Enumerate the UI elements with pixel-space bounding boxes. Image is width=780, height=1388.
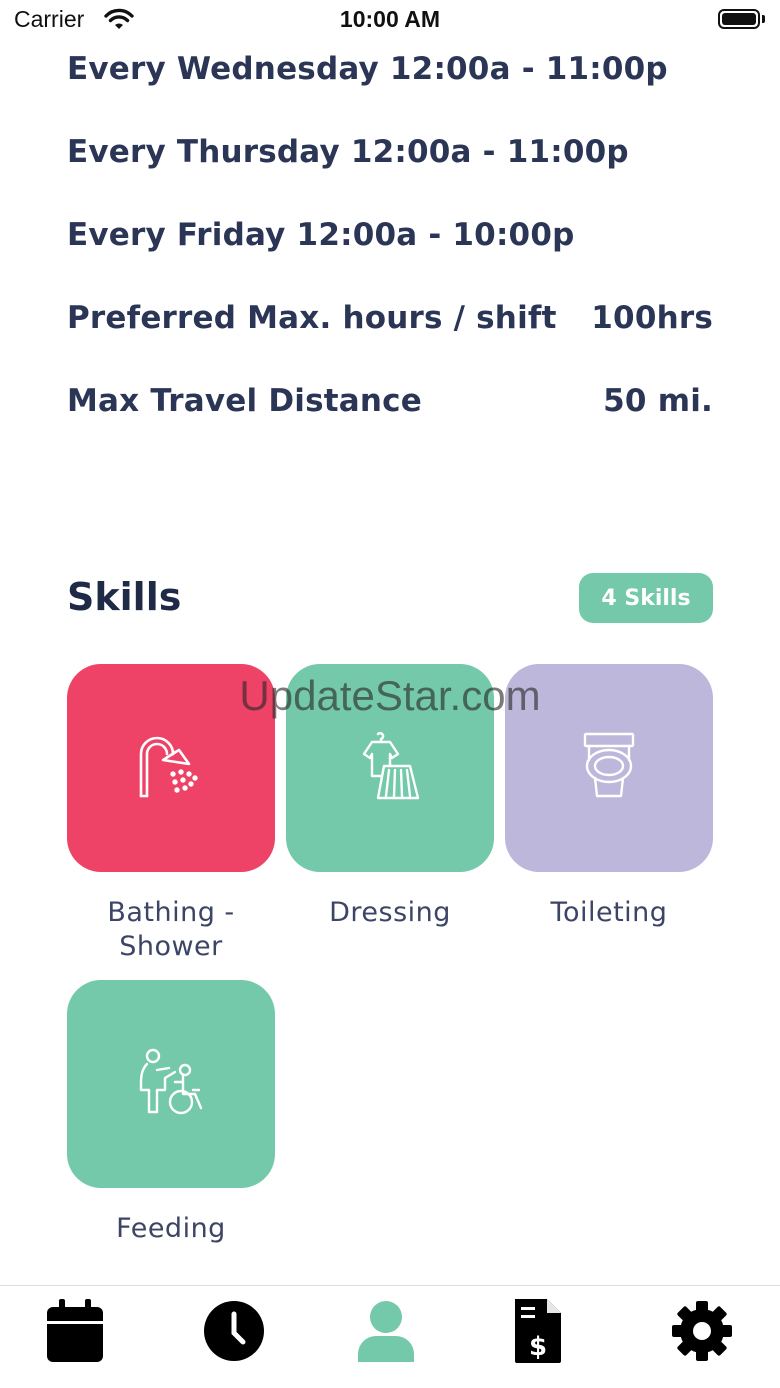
max-travel-value: 50 mi. xyxy=(603,383,713,419)
tab-invoices[interactable]: $ xyxy=(498,1298,578,1368)
availability-label: Every Friday 12:00a - 10:00p xyxy=(67,217,575,253)
skill-tile-dressing[interactable] xyxy=(286,664,494,872)
availability-wednesday: Every Wednesday 12:00a - 11:00p xyxy=(67,51,713,95)
clock-icon xyxy=(203,1300,265,1366)
skills-count-badge: 4 Skills xyxy=(579,573,713,623)
tab-profile[interactable] xyxy=(346,1298,426,1368)
invoice-icon: $ xyxy=(513,1299,563,1367)
availability-label: Every Wednesday 12:00a - 11:00p xyxy=(67,51,668,87)
availability-label: Every Thursday 12:00a - 11:00p xyxy=(67,134,629,170)
clock-time: 10:00 AM xyxy=(339,6,441,32)
tab-calendar[interactable] xyxy=(35,1298,115,1368)
status-bar: Carrier 10:00 AM xyxy=(0,0,780,44)
clothes-icon xyxy=(354,730,426,806)
caregiver-wheelchair-icon xyxy=(135,1046,207,1122)
profile-icon xyxy=(358,1300,414,1366)
availability-thursday: Every Thursday 12:00a - 11:00p xyxy=(67,134,713,178)
max-hours-row: Preferred Max. hours / shift 100hrs xyxy=(67,300,713,344)
svg-text:$: $ xyxy=(529,1332,547,1362)
shower-icon xyxy=(135,730,207,806)
calendar-icon xyxy=(46,1299,104,1367)
skill-label-bathing-line1: Bathing - xyxy=(107,897,235,928)
skill-label-dressing: Dressing xyxy=(329,897,451,928)
skill-label-feeding: Feeding xyxy=(116,1213,226,1244)
skill-label-toileting: Toileting xyxy=(550,897,668,928)
skill-label-bathing: Bathing - Shower xyxy=(51,896,291,964)
max-travel-row: Max Travel Distance 50 mi. xyxy=(67,383,713,427)
gear-icon xyxy=(671,1300,733,1366)
battery-tip xyxy=(762,15,765,23)
tab-settings[interactable] xyxy=(662,1298,742,1368)
max-travel-label: Max Travel Distance xyxy=(67,383,422,419)
skills-title: Skills xyxy=(67,575,182,619)
battery-icon xyxy=(718,9,760,29)
skill-label-bathing-line2: Shower xyxy=(119,931,223,962)
skill-tile-bathing[interactable] xyxy=(67,664,275,872)
availability-friday: Every Friday 12:00a - 10:00p xyxy=(67,217,713,261)
tab-timesheet[interactable] xyxy=(194,1298,274,1368)
toilet-icon xyxy=(573,730,645,806)
max-hours-label: Preferred Max. hours / shift xyxy=(67,300,557,336)
max-hours-value: 100hrs xyxy=(591,300,713,336)
skill-tile-toileting[interactable] xyxy=(505,664,713,872)
skill-tile-feeding[interactable] xyxy=(67,980,275,1188)
